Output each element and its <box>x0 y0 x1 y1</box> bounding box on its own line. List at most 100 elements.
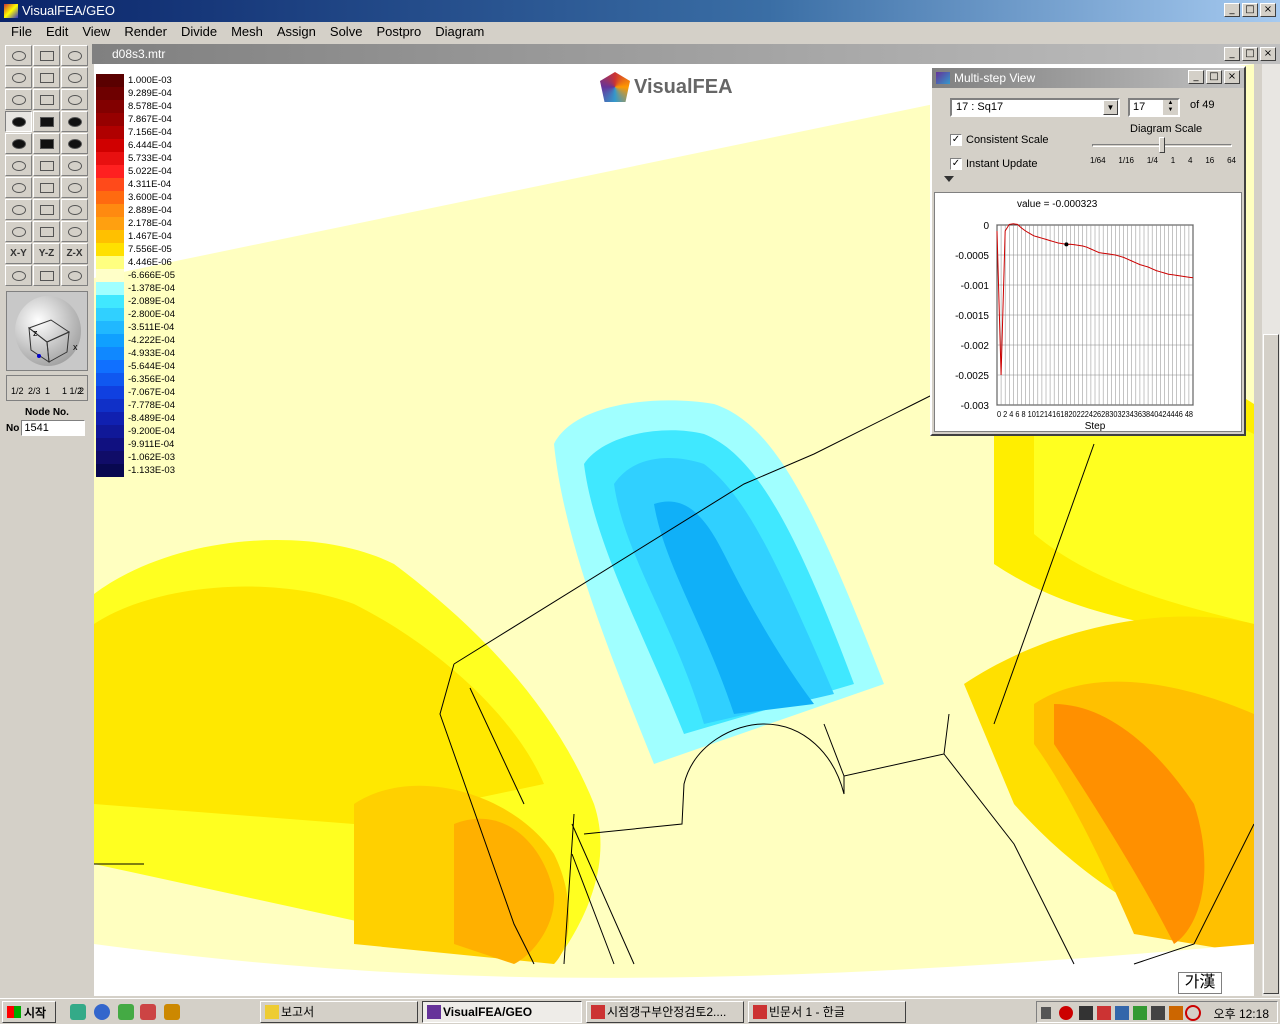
instant-update-checkbox[interactable]: ✓ Instant Update <box>950 158 1038 170</box>
scrollbar-thumb[interactable] <box>1263 334 1279 994</box>
select-tool-button[interactable] <box>5 111 32 132</box>
chart-title: value = -0.000323 <box>1017 199 1098 210</box>
zoom-tool-button[interactable] <box>61 177 88 198</box>
msv-maximize-button[interactable]: □ <box>1206 70 1222 84</box>
legend-row: -9.911E-04 <box>96 438 196 451</box>
chevron-down-icon[interactable]: ▼ <box>1103 100 1118 115</box>
layer-tool-button[interactable] <box>61 155 88 176</box>
move4-tool-button[interactable] <box>33 265 60 286</box>
torus-tool-button[interactable] <box>61 89 88 110</box>
legend-row: 7.156E-04 <box>96 126 196 139</box>
expand-triangle-icon[interactable] <box>944 176 954 182</box>
task-visualfea[interactable]: VisualFEA/GEO <box>422 1001 582 1023</box>
cone-tool-button[interactable] <box>33 89 60 110</box>
app-title: VisualFEA/GEO <box>22 3 115 18</box>
select-node-tool-button[interactable] <box>33 111 60 132</box>
consistent-scale-checkbox[interactable]: ✓ Consistent Scale <box>950 134 1049 146</box>
box1-tool-button[interactable] <box>5 199 32 220</box>
menu-mesh[interactable]: Mesh <box>224 22 270 42</box>
task-report[interactable]: 보고서 <box>260 1001 418 1023</box>
legend-label: -9.911E-04 <box>128 439 175 450</box>
doc-minimize-button[interactable]: _ <box>1224 47 1240 61</box>
select-elem-tool-button[interactable] <box>61 111 88 132</box>
surf-tool-button[interactable] <box>61 67 88 88</box>
msv-minimize-button[interactable]: _ <box>1188 70 1204 84</box>
fit-tool-button[interactable] <box>61 221 88 242</box>
menu-postpro[interactable]: Postpro <box>369 22 428 42</box>
rotate-tool-button[interactable] <box>33 177 60 198</box>
pick3-tool-button[interactable] <box>61 133 88 154</box>
menu-edit[interactable]: Edit <box>39 22 75 42</box>
pick2-tool-button[interactable] <box>33 133 60 154</box>
task-label: VisualFEA/GEO <box>443 1005 533 1019</box>
box2-tool-button[interactable] <box>33 199 60 220</box>
pick1-tool-button[interactable] <box>5 133 32 154</box>
menu-diagram[interactable]: Diagram <box>428 22 491 42</box>
x-y-tool-button[interactable]: X-Y <box>5 243 32 264</box>
start-button[interactable]: 시작 <box>2 1001 56 1023</box>
curve-tool-button[interactable] <box>5 67 32 88</box>
menu-assign[interactable]: Assign <box>270 22 323 42</box>
sphere-icon <box>11 94 26 105</box>
minimize-button[interactable]: _ <box>1224 3 1240 17</box>
step-select[interactable]: 17 : Sq17 ▼ <box>950 98 1120 117</box>
legend-row: -8.489E-04 <box>96 412 196 425</box>
doc-close-button[interactable]: × <box>1260 47 1276 61</box>
legend-label: 7.867E-04 <box>128 114 172 125</box>
maximize-button[interactable]: □ <box>1242 3 1258 17</box>
app-icon-2[interactable] <box>140 1004 156 1020</box>
doc-maximize-button[interactable]: □ <box>1242 47 1258 61</box>
msv-close-button[interactable]: × <box>1224 70 1240 84</box>
app-icon-1[interactable] <box>118 1004 134 1020</box>
y-z-tool-button[interactable]: Y-Z <box>33 243 60 264</box>
view-cube[interactable]: x z <box>6 291 88 371</box>
legend-swatch <box>96 230 124 243</box>
shade-tool-button[interactable] <box>5 265 32 286</box>
vertical-scrollbar[interactable] <box>1262 64 1280 996</box>
pick2-icon <box>39 138 54 149</box>
slider-knob[interactable] <box>1159 137 1165 153</box>
move-tool-button[interactable] <box>5 177 32 198</box>
legend-swatch <box>96 373 124 386</box>
scale-tick-label: 1/4 <box>1146 156 1158 165</box>
desktop-icon[interactable] <box>70 1004 86 1020</box>
close-button[interactable]: × <box>1260 3 1276 17</box>
menu-view[interactable]: View <box>75 22 117 42</box>
step-spinner[interactable]: 17 ▲ ▼ <box>1128 98 1180 117</box>
menu-render[interactable]: Render <box>117 22 174 42</box>
legend-row: 1.000E-03 <box>96 74 196 87</box>
task-document[interactable]: 시점갱구부안정검토2.... <box>586 1001 744 1023</box>
menu-file[interactable]: File <box>4 22 39 42</box>
scale-tick-label: 1 <box>1170 156 1176 165</box>
legend-label: 2.178E-04 <box>128 218 172 229</box>
ie-icon[interactable] <box>94 1004 110 1020</box>
legend-label: -7.778E-04 <box>128 400 176 411</box>
line-tool-button[interactable] <box>5 45 32 66</box>
arc-tool-button[interactable] <box>33 45 60 66</box>
shape-tool-button[interactable] <box>33 155 60 176</box>
menu-solve[interactable]: Solve <box>323 22 370 42</box>
sphere-tool-button[interactable] <box>5 89 32 110</box>
node-number-input[interactable] <box>21 420 86 436</box>
arc2-tool-button[interactable] <box>61 45 88 66</box>
ime-indicator[interactable]: 가漢 <box>1178 972 1222 994</box>
task-blank-doc[interactable]: 빈문서 1 - 한글 <box>748 1001 906 1023</box>
diagram-scale-slider[interactable] <box>1092 137 1232 153</box>
legend-row: 4.446E-06 <box>96 256 196 269</box>
app-icon-3[interactable] <box>164 1004 180 1020</box>
rot-view-tool-button[interactable] <box>5 221 32 242</box>
spinner-arrows-icon[interactable]: ▲ ▼ <box>1163 100 1178 115</box>
legend-swatch <box>96 438 124 451</box>
pan-tool-button[interactable] <box>33 221 60 242</box>
menu-divide[interactable]: Divide <box>174 22 224 42</box>
legend-row: -7.778E-04 <box>96 399 196 412</box>
scale-ruler[interactable]: 1/2 2/3 1 1 1/2 2 <box>6 375 88 401</box>
legend-row: 7.556E-05 <box>96 243 196 256</box>
fit-icon <box>67 226 82 237</box>
box3-tool-button[interactable] <box>61 199 88 220</box>
center-tool-button[interactable] <box>61 265 88 286</box>
z-x-tool-button[interactable]: Z-X <box>61 243 88 264</box>
wave-tool-button[interactable] <box>5 155 32 176</box>
task-label: 보고서 <box>281 1005 315 1019</box>
rect-tool-button[interactable] <box>33 67 60 88</box>
